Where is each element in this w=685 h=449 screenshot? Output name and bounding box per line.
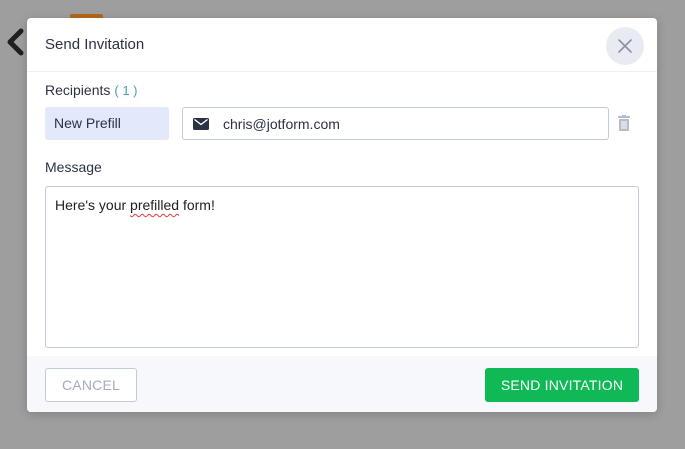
dialog-title: Send Invitation <box>45 36 145 53</box>
recipients-label: Recipients( 1 ) <box>45 82 138 98</box>
recipient-email-input[interactable] <box>223 108 593 139</box>
chevron-left-icon[interactable] <box>4 28 26 56</box>
message-label: Message <box>45 159 102 175</box>
message-text: Here's your prefilled form! <box>55 197 215 213</box>
trash-icon <box>618 115 630 131</box>
prefill-name-chip[interactable]: New Prefill <box>45 107 169 140</box>
recipient-email-field[interactable] <box>182 107 609 140</box>
close-button[interactable] <box>606 27 644 65</box>
send-invitation-button[interactable]: SEND INVITATION <box>485 368 639 402</box>
recipients-count: ( 1 ) <box>114 83 138 98</box>
send-invitation-dialog: Send Invitation Recipients( 1 ) New Pref… <box>27 18 657 412</box>
dialog-header: Send Invitation <box>27 18 657 72</box>
misspelled-word: prefilled <box>130 197 180 213</box>
close-icon <box>618 39 632 53</box>
cancel-button[interactable]: CANCEL <box>45 368 137 402</box>
delete-recipient-button[interactable] <box>618 115 630 131</box>
dialog-footer: CANCEL SEND INVITATION <box>27 356 657 412</box>
message-textarea[interactable]: Here's your prefilled form! <box>45 186 639 348</box>
recipients-label-text: Recipients <box>45 82 111 98</box>
message-text-end: form! <box>179 197 215 213</box>
message-text-start: Here's your <box>55 197 131 213</box>
mail-icon <box>193 118 209 130</box>
